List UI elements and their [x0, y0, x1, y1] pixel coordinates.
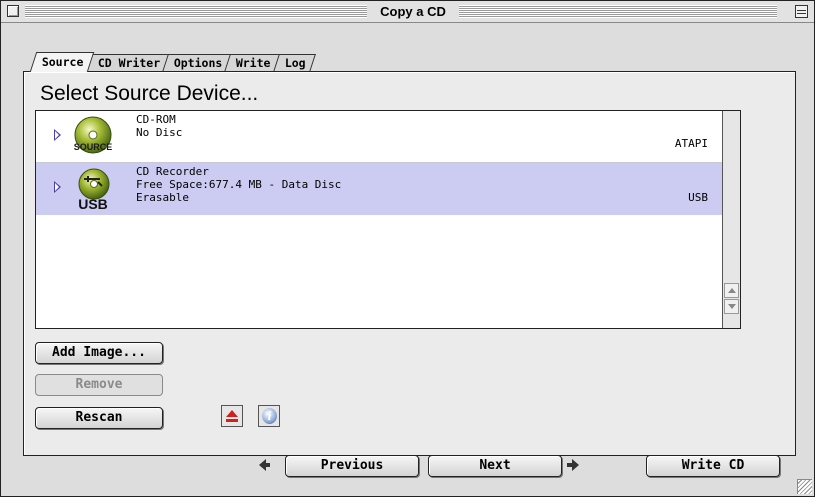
rescan-button[interactable]: Rescan — [35, 407, 163, 429]
usb-cd-icon: USB — [78, 168, 110, 211]
title-bar-stripes — [25, 5, 367, 18]
svg-text:USB: USB — [78, 196, 108, 211]
tab-cd-writer[interactable]: CD Writer — [85, 54, 170, 72]
device-name: CD Recorder — [136, 165, 209, 178]
svg-text:SOURCE: SOURCE — [74, 142, 113, 152]
device-bus: USB — [688, 191, 708, 204]
list-scrollbar[interactable] — [722, 111, 740, 328]
next-button[interactable]: Next — [428, 455, 562, 477]
info-icon[interactable]: i — [258, 405, 280, 427]
title-bar[interactable]: Copy a CD — [1, 1, 814, 23]
device-extra: Erasable — [136, 191, 189, 204]
arrow-left-icon — [259, 459, 270, 471]
panel-title: Select Source Device... — [40, 82, 259, 105]
device-row-cd-recorder[interactable]: USB CD Recorder Free Space:677.4 MB - Da… — [36, 163, 722, 215]
close-box-button[interactable] — [7, 5, 19, 17]
add-image-button[interactable]: Add Image... — [35, 342, 163, 364]
eject-icon[interactable] — [221, 405, 243, 427]
resize-grip[interactable] — [797, 479, 812, 494]
device-status: No Disc — [136, 126, 183, 139]
disclosure-triangle-icon[interactable] — [54, 129, 61, 141]
collapse-box-button[interactable] — [795, 5, 808, 18]
write-cd-button[interactable]: Write CD — [646, 455, 780, 477]
tab-log[interactable]: Log — [273, 54, 316, 72]
source-panel: Select Source Device... SOURCE CD-ROM No… — [23, 71, 796, 456]
source-cd-icon: SOURCE — [74, 116, 113, 154]
previous-button[interactable]: Previous — [285, 455, 419, 477]
window-title: Copy a CD — [380, 4, 446, 19]
scroll-up-button[interactable] — [724, 283, 739, 298]
title-bar-stripes — [459, 5, 777, 18]
device-list[interactable]: SOURCE CD-ROM No Disc ATAPI USB CD Recor… — [35, 110, 741, 329]
remove-button[interactable]: Remove — [35, 374, 163, 396]
device-bus: ATAPI — [674, 137, 708, 150]
disclosure-triangle-icon[interactable] — [54, 181, 61, 193]
tab-bar: Source CD Writer Options Write Log — [29, 51, 316, 72]
device-status: Free Space:677.4 MB - Data Disc — [136, 178, 342, 191]
device-name: CD-ROM — [136, 113, 176, 126]
copy-cd-window: Copy a CD Source CD Writer Options Write… — [0, 0, 815, 497]
tab-write[interactable]: Write — [224, 54, 281, 72]
tab-options[interactable]: Options — [161, 54, 233, 72]
device-row-cd-rom[interactable]: SOURCE CD-ROM No Disc ATAPI — [36, 111, 722, 163]
scroll-down-button[interactable] — [724, 299, 739, 314]
tab-source[interactable]: Source — [29, 52, 94, 72]
arrow-right-icon — [567, 459, 579, 471]
